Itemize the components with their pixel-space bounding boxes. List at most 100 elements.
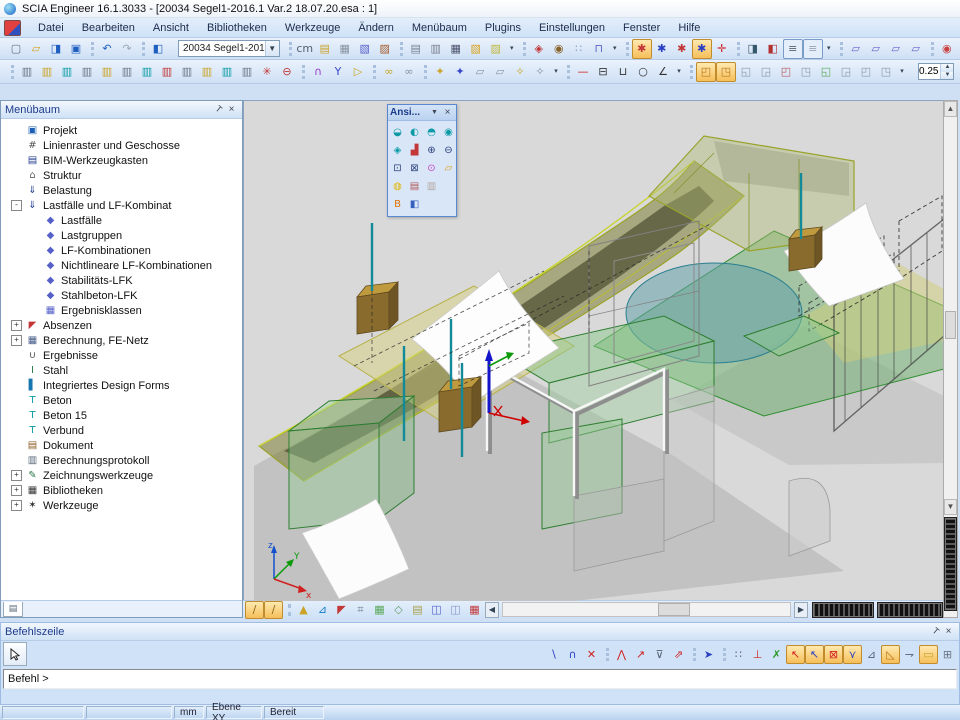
redo-button[interactable]: ↷ [117, 39, 137, 59]
results-chart-button[interactable]: ⊿ [313, 601, 332, 619]
menu-ansicht[interactable]: Ansicht [144, 20, 198, 36]
clipboard-1-button[interactable]: ▱ [846, 39, 866, 59]
save-button[interactable]: ▣ [66, 39, 86, 59]
units-button[interactable]: cm [295, 39, 315, 59]
rib-button[interactable]: ▥ [157, 62, 177, 82]
tree-expand-toggle[interactable]: + [11, 500, 22, 511]
plate-cut-2-button[interactable]: ▱ [490, 62, 510, 82]
zoom-out-button[interactable]: ⊖ [440, 142, 457, 159]
target-button[interactable]: ✛ [712, 39, 732, 59]
menu-aendern[interactable]: Ändern [349, 20, 402, 36]
model-viewport[interactable]: Ansi... ▼ × ◒◐◓◉◈▟⊕⊖⊡⊠⊙▱◍▤▥B◧ [243, 101, 943, 600]
node-button[interactable]: ▥ [237, 62, 257, 82]
beam-button[interactable]: ▥ [77, 62, 97, 82]
tree-item-verbund[interactable]: T Verbund [1, 423, 242, 438]
clipping-box-button[interactable]: ▱ [440, 160, 457, 177]
tree-item-stahl[interactable]: I Stahl [1, 363, 242, 378]
chevron-down-icon[interactable]: ▼ [428, 109, 441, 116]
load-panel-3-button[interactable]: ✱ [672, 39, 692, 59]
view-flag-2-button[interactable]: ≡ [803, 39, 823, 59]
cleaner-button[interactable]: ▧ [355, 39, 375, 59]
layer-f6-button[interactable]: ◳ [796, 62, 816, 82]
menu-plugins[interactable]: Plugins [476, 20, 530, 36]
collapsed-ruler-2[interactable] [877, 602, 943, 618]
tree-expand-toggle[interactable]: + [11, 470, 22, 481]
collapsed-ruler-vertical[interactable] [944, 517, 957, 611]
clip-plane-1-button[interactable]: ∕ [245, 601, 264, 619]
tree-item-ergebnisse[interactable]: ∪ Ergebnisse [1, 348, 242, 363]
tree-item-lastgruppen[interactable]: ◆ Lastgruppen [1, 228, 242, 243]
opacity-spinner[interactable]: 0.25 ▲▼ [918, 63, 954, 80]
snap-endpoint-button[interactable]: ↖ [786, 645, 805, 664]
machine-button[interactable]: ▦ [370, 601, 389, 619]
gallery-button[interactable]: ◈ [529, 39, 549, 59]
close-icon[interactable]: × [441, 107, 454, 118]
zoom-window-button[interactable]: ⊡ [389, 160, 406, 177]
photo-button[interactable]: ▤ [406, 178, 423, 195]
vertex-button[interactable]: ⋀ [612, 645, 631, 664]
tree-item-beton[interactable]: T Beton [1, 393, 242, 408]
polyline-button[interactable]: ⊽ [650, 645, 669, 664]
section-button[interactable]: ▥ [17, 62, 37, 82]
link-1-button[interactable]: ∞ [379, 62, 399, 82]
display-mode-button[interactable]: ◨ [743, 39, 763, 59]
menu-einstellungen[interactable]: Einstellungen [530, 20, 614, 36]
tree-item-stahlbeton-lfk[interactable]: ◆ Stahlbeton-LFK [1, 288, 242, 303]
menu-bibliotheken[interactable]: Bibliotheken [198, 20, 276, 36]
select-layer-button[interactable]: ▲ [294, 601, 313, 619]
grid-settings-button[interactable]: ∷ [569, 39, 589, 59]
span-tool-button[interactable]: ⊔ [613, 62, 633, 82]
tree-item-lastfaelle-lfk[interactable]: - ⇓ Lastfälle und LF-Kombinat [1, 198, 242, 213]
scroll-right-button[interactable]: ▶ [794, 602, 808, 618]
snap-table-button[interactable]: ⊞ [938, 645, 957, 664]
load-panel-2-button[interactable]: ✱ [652, 39, 672, 59]
link-2-button[interactable]: ∞ [399, 62, 419, 82]
curve-button[interactable]: ∩ [308, 62, 328, 82]
catalog-button[interactable]: ▨ [375, 39, 395, 59]
zoom-selection-button[interactable]: ⊙ [423, 160, 440, 177]
tree-item-berechnungsprotokoll[interactable]: ▥ Berechnungsprotokoll [1, 453, 242, 468]
pin-icon[interactable]: T [929, 626, 942, 637]
new-button[interactable]: ▢ [6, 39, 26, 59]
weld-1-button[interactable]: ✦ [430, 62, 450, 82]
load-person-button[interactable]: Y [328, 62, 348, 82]
profile-button[interactable]: ▥ [37, 62, 57, 82]
view-point-button[interactable]: ◈ [389, 142, 406, 159]
tree-item-idf[interactable]: ▌ Integriertes Design Forms [1, 378, 242, 393]
tree-item-berechnung[interactable]: + ▦ Berechnung, FE-Netz [1, 333, 242, 348]
visibility-button[interactable]: ◉ [937, 39, 957, 59]
wall-button[interactable]: ▥ [117, 62, 137, 82]
light-button[interactable]: ◍ [389, 178, 406, 195]
view-side-button[interactable]: ◓ [423, 124, 440, 141]
slab-button[interactable]: ▥ [97, 62, 117, 82]
hinge-scale-button[interactable]: ⊻ [954, 62, 960, 82]
scroll-up-button[interactable]: ▲ [944, 101, 957, 117]
load-panel-1-button[interactable]: ✱ [632, 39, 652, 59]
tree-item-absenzen[interactable]: + ◤ Absenzen [1, 318, 242, 333]
menu-bearbeiten[interactable]: Bearbeiten [73, 20, 144, 36]
view-top-button[interactable]: ◒ [389, 124, 406, 141]
view-front-button[interactable]: ◐ [406, 124, 423, 141]
command-input[interactable]: Befehl > [3, 669, 957, 689]
render-button[interactable]: ◧ [763, 39, 783, 59]
tree-expand-toggle[interactable]: + [11, 335, 22, 346]
horizontal-scrollbar[interactable] [502, 602, 791, 617]
menu-werkzeuge[interactable]: Werkzeuge [276, 20, 349, 36]
arc-snap-button[interactable]: ∩ [563, 645, 582, 664]
coord-info-button[interactable]: B [389, 196, 406, 213]
scroll-down-button[interactable]: ▼ [944, 499, 957, 515]
view-cube-button[interactable]: ◧ [406, 196, 423, 213]
tree-item-beton-15[interactable]: T Beton 15 [1, 408, 242, 423]
segment-button[interactable]: ⇗ [669, 645, 688, 664]
layer-f1-button[interactable]: ◰ [696, 62, 716, 82]
view-flag-1-button[interactable]: ≡ [783, 39, 803, 59]
snap-off-button[interactable]: ⊠ [824, 645, 843, 664]
snap-ortho-button[interactable]: ◺ [881, 645, 900, 664]
close-icon[interactable]: × [225, 104, 238, 115]
photo-render-button[interactable]: ▥ [423, 178, 440, 195]
tree-item-stabilitaets-lfk[interactable]: ◆ Stabilitäts-LFK [1, 273, 242, 288]
render-mode-button[interactable]: ▟ [406, 142, 423, 159]
snap-node-button[interactable]: ⋎ [843, 645, 862, 664]
clipboard-3-button[interactable]: ▱ [886, 39, 906, 59]
intersection-button[interactable]: ✗ [767, 645, 786, 664]
